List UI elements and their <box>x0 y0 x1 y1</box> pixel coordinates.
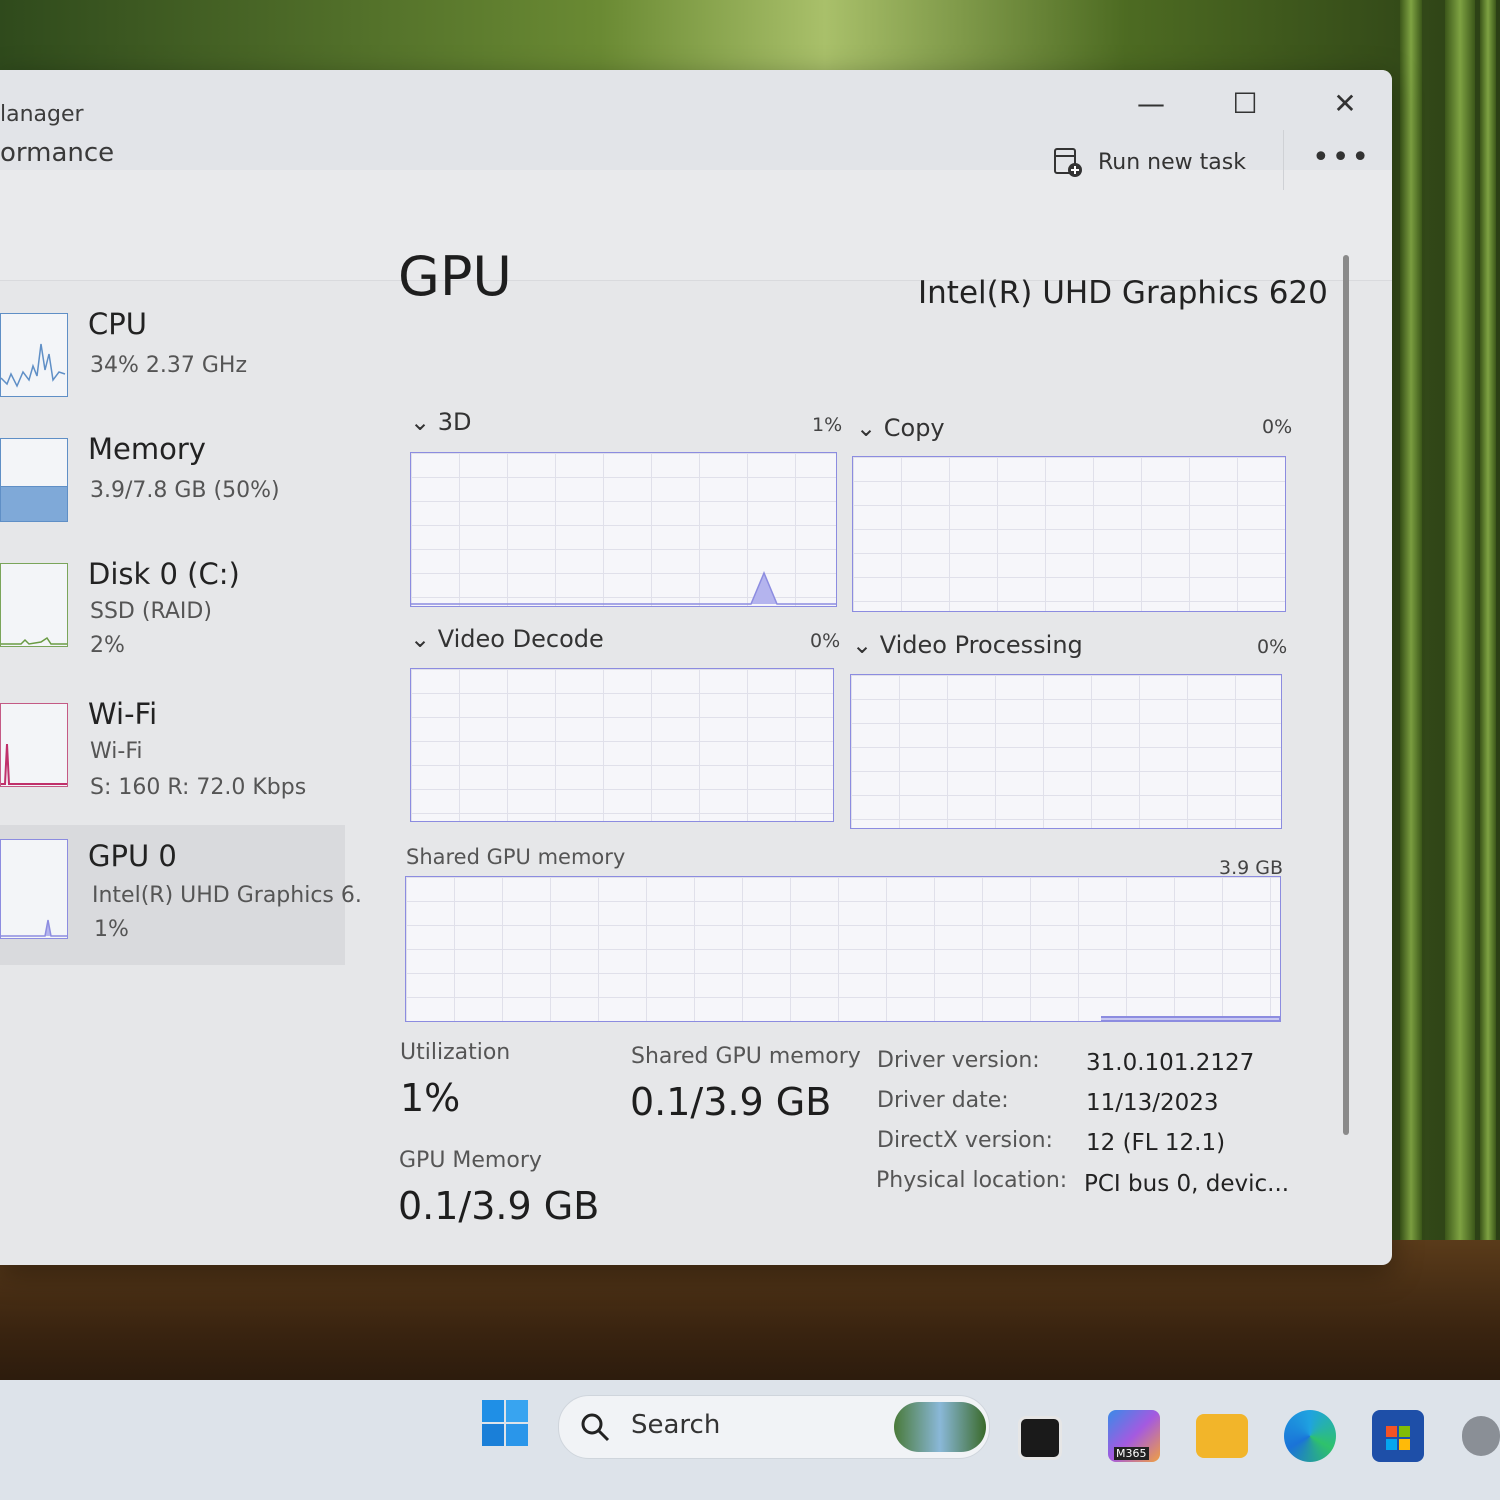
sidebar-item-label: Disk 0 (C:) <box>88 557 240 591</box>
sidebar-item-detail: SSD (RAID) <box>90 599 212 624</box>
sidebar-item-detail: Wi-Fi <box>90 739 143 764</box>
sidebar-item-memory[interactable]: Memory 3.9/7.8 GB (50%) <box>0 410 345 540</box>
search-highlight-image <box>894 1402 986 1452</box>
gpu-memory-label: GPU Memory <box>399 1148 542 1173</box>
driver-version-label: Driver version: <box>877 1048 1040 1073</box>
engine-3d-graph <box>410 452 837 607</box>
sidebar-item-cpu[interactable]: CPU 34% 2.37 GHz <box>0 285 345 415</box>
shared-memory-graph <box>405 876 1281 1022</box>
search-icon <box>581 1413 610 1442</box>
engine-video-decode-selector[interactable]: ⌄ Video Decode <box>410 625 604 653</box>
app-title: lanager <box>0 102 84 127</box>
microsoft-store-icon[interactable] <box>1372 1410 1424 1462</box>
toolbar-divider <box>1283 130 1284 190</box>
physical-location-label: Physical location: <box>876 1168 1068 1193</box>
engine-video-processing-selector[interactable]: ⌄ Video Processing <box>852 631 1083 659</box>
chevron-down-icon: ⌄ <box>410 408 431 436</box>
settings-gear-icon[interactable] <box>1462 1416 1500 1456</box>
directx-version-value: 12 (FL 12.1) <box>1086 1130 1226 1156</box>
sidebar-item-label: GPU 0 <box>88 839 177 873</box>
engine-video-decode-graph <box>410 668 834 822</box>
engine-copy-graph <box>852 456 1286 612</box>
run-new-task-button[interactable]: Run new task <box>1052 142 1246 182</box>
minimize-button[interactable]: — <box>1126 84 1176 122</box>
sidebar-item-label: Wi-Fi <box>88 697 158 731</box>
shared-memory-stat-value: 0.1/3.9 GB <box>630 1080 832 1124</box>
driver-version-value: 31.0.101.2127 <box>1086 1050 1255 1076</box>
sidebar-item-detail: 3.9/7.8 GB (50%) <box>90 478 280 503</box>
chevron-down-icon: ⌄ <box>852 631 873 659</box>
task-view-icon[interactable] <box>1018 1416 1062 1460</box>
shared-memory-graph-label: Shared GPU memory <box>406 845 626 869</box>
run-task-icon <box>1054 148 1082 177</box>
m365-label: M365 <box>1114 1447 1149 1460</box>
run-new-task-label: Run new task <box>1098 149 1246 175</box>
driver-date-label: Driver date: <box>877 1088 1009 1113</box>
sidebar-item-detail: S: 160 R: 72.0 Kbps <box>90 775 307 800</box>
engine-video-processing-graph <box>850 674 1282 829</box>
gpu-thumbnail <box>0 839 68 939</box>
sidebar-item-detail: Intel(R) UHD Graphics 6. <box>92 883 362 908</box>
engine-label: Video Decode <box>437 625 604 653</box>
sidebar-item-detail: 2% <box>90 633 125 658</box>
utilization-label: Utilization <box>400 1040 511 1065</box>
minimize-icon: — <box>1137 86 1165 120</box>
wifi-thumbnail <box>0 703 68 787</box>
performance-sidebar: CPU 34% 2.37 GHz Memory 3.9/7.8 GB (50%)… <box>0 215 362 1215</box>
sidebar-item-detail: 1% <box>94 917 129 942</box>
gpu-heading: GPU <box>398 245 512 308</box>
sidebar-item-wifi[interactable]: Wi-Fi Wi-Fi S: 160 R: 72.0 Kbps <box>0 675 345 805</box>
directx-version-label: DirectX version: <box>877 1128 1053 1153</box>
sidebar-item-label: CPU <box>88 307 147 341</box>
physical-location-value: PCI bus 0, devic... <box>1084 1171 1290 1197</box>
windows-start-icon[interactable] <box>480 1398 530 1448</box>
engine-copy-percent: 0% <box>1262 416 1293 438</box>
chevron-down-icon: ⌄ <box>856 414 877 442</box>
engine-3d-selector[interactable]: ⌄ 3D <box>410 408 472 436</box>
taskbar-search-box[interactable]: Search <box>558 1395 990 1459</box>
file-explorer-icon[interactable] <box>1196 1414 1248 1458</box>
cpu-thumbnail <box>0 313 68 397</box>
more-options-button[interactable]: ••• <box>1312 140 1371 175</box>
search-placeholder: Search <box>631 1410 721 1440</box>
disk-thumbnail <box>0 563 68 647</box>
engine-label: Video Processing <box>879 631 1083 659</box>
shared-memory-stat-label: Shared GPU memory <box>631 1044 861 1069</box>
maximize-button[interactable]: ☐ <box>1220 84 1270 122</box>
close-button[interactable]: ✕ <box>1320 84 1370 122</box>
utilization-value: 1% <box>400 1076 461 1120</box>
m365-copilot-icon[interactable]: M365 <box>1108 1410 1160 1462</box>
engine-3d-percent: 1% <box>812 414 843 436</box>
engine-label: 3D <box>437 408 472 436</box>
close-icon: ✕ <box>1333 86 1357 120</box>
vertical-scrollbar[interactable] <box>1343 255 1349 1135</box>
sidebar-item-label: Memory <box>88 432 206 466</box>
engine-video-processing-percent: 0% <box>1257 636 1288 658</box>
taskbar: Search M365 <box>0 1380 1500 1500</box>
memory-thumbnail <box>0 438 68 522</box>
maximize-icon: ☐ <box>1232 86 1258 120</box>
engine-video-decode-percent: 0% <box>810 630 841 652</box>
gpu-model-name: Intel(R) UHD Graphics 620 <box>918 275 1328 311</box>
edge-browser-icon[interactable] <box>1284 1410 1336 1462</box>
page-title: ormance <box>0 138 115 168</box>
sidebar-item-detail: 34% 2.37 GHz <box>90 353 248 378</box>
gpu-memory-value: 0.1/3.9 GB <box>398 1184 600 1228</box>
engine-label: Copy <box>883 414 945 442</box>
chevron-down-icon: ⌄ <box>410 625 431 653</box>
engine-copy-selector[interactable]: ⌄ Copy <box>856 414 945 442</box>
sidebar-item-disk[interactable]: Disk 0 (C:) SSD (RAID) 2% <box>0 535 345 665</box>
driver-date-value: 11/13/2023 <box>1086 1090 1219 1116</box>
sidebar-item-gpu[interactable]: GPU 0 Intel(R) UHD Graphics 6. 1% <box>0 825 362 965</box>
